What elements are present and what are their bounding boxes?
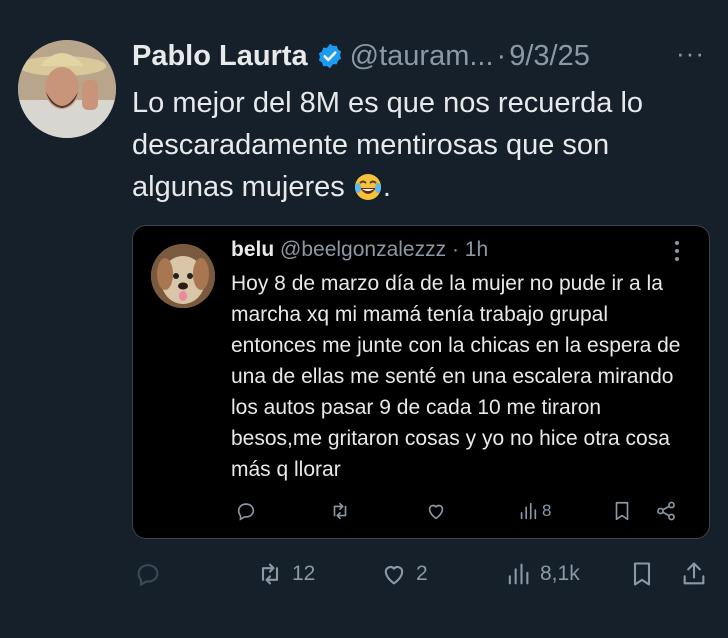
views-count: 8,1k xyxy=(540,562,580,585)
quoted-share-button[interactable] xyxy=(655,500,677,522)
avatar-image xyxy=(18,40,116,138)
quoted-author-name[interactable]: belu xyxy=(231,238,274,261)
heart-icon xyxy=(384,566,404,585)
quoted-more-options-icon[interactable] xyxy=(673,240,681,262)
quoted-views-count: 8 xyxy=(542,501,552,520)
retweet-count: 12 xyxy=(292,562,316,585)
retweet-icon xyxy=(261,563,279,585)
quoted-author-handle[interactable]: @beelgonzalezzz xyxy=(280,238,446,261)
author-avatar[interactable] xyxy=(18,40,116,138)
tweet-header: Pablo Laurta @tauram... · 9/3/25 xyxy=(132,34,590,78)
dog-avatar-image xyxy=(151,244,215,308)
tweet-actions: 12 2 8,1k xyxy=(0,560,728,596)
retweet-icon xyxy=(333,502,347,520)
views-chart-icon xyxy=(508,563,529,585)
separator-dot: · xyxy=(496,39,507,72)
tweet-text: Lo mejor del 8M es que nos recuerda lo d… xyxy=(132,82,712,208)
author-handle[interactable]: @tauram... xyxy=(350,40,494,73)
like-count: 2 xyxy=(416,562,428,585)
retweet-button[interactable]: 12 xyxy=(256,560,315,588)
bookmark-button[interactable] xyxy=(628,560,656,588)
more-options-icon[interactable]: ··· xyxy=(676,38,705,69)
quoted-views-button[interactable]: 8 xyxy=(517,500,551,522)
verified-badge-icon xyxy=(316,42,344,70)
quoted-tweet-actions: 8 xyxy=(133,500,711,530)
reply-icon xyxy=(137,564,159,587)
views-button[interactable]: 8,1k xyxy=(504,560,580,588)
tweet: Pablo Laurta @tauram... · 9/3/25 ··· Lo … xyxy=(0,0,728,638)
quoted-like-button[interactable] xyxy=(425,500,447,522)
tweet-text-end: . xyxy=(382,171,391,203)
tweet-date[interactable]: 9/3/25 xyxy=(509,40,590,73)
reply-icon xyxy=(237,503,255,521)
author-name[interactable]: Pablo Laurta xyxy=(132,40,308,73)
like-button[interactable]: 2 xyxy=(380,560,428,588)
quoted-bookmark-button[interactable] xyxy=(611,500,633,522)
reply-button[interactable] xyxy=(134,560,162,588)
bookmark-icon xyxy=(633,562,651,586)
share-button[interactable] xyxy=(680,560,708,588)
quoted-tweet-text: Hoy 8 de marzo día de la mujer no pude i… xyxy=(231,272,681,481)
share-upload-icon xyxy=(683,562,705,585)
views-chart-icon xyxy=(520,502,537,520)
bookmark-icon xyxy=(615,501,629,521)
share-icon xyxy=(657,501,675,521)
separator-dot: · xyxy=(451,238,459,261)
face-with-tears-of-joy-icon xyxy=(353,172,383,202)
quoted-reply-button[interactable] xyxy=(235,500,257,522)
heart-icon xyxy=(428,504,444,520)
quoted-author-avatar[interactable] xyxy=(151,244,215,308)
quoted-tweet-header: belu @beelgonzalezzz · 1h xyxy=(231,238,488,262)
quoted-tweet[interactable]: belu @beelgonzalezzz · 1h Hoy 8 de marzo… xyxy=(132,225,710,539)
quoted-retweet-button[interactable] xyxy=(329,500,351,522)
quoted-tweet-time[interactable]: 1h xyxy=(465,238,488,261)
